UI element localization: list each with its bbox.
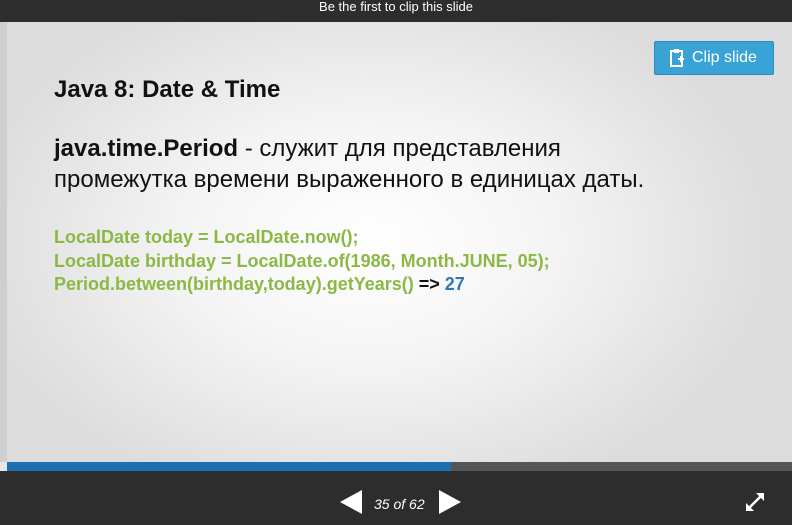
clip-slide-label: Clip slide [692,49,757,66]
description-line2: промежутка времени выраженного в единица… [54,166,645,193]
slide-canvas: Clip slide Java 8: Date & Time java.time… [7,22,792,462]
progress-fill [7,462,451,471]
description-term: java.time.Period [54,135,239,162]
slide-description: java.time.Period - служит для представле… [54,133,754,195]
code-line-1: LocalDate today = LocalDate.now(); [54,227,359,247]
expand-arrows-icon [746,493,764,511]
slide-title: Java 8: Date & Time [54,76,281,103]
code-line-3: Period.between(birthday,today).getYears(… [54,273,550,297]
clipboard-plus-icon [670,49,684,67]
triangle-left-icon [340,490,362,514]
previous-slide-button[interactable] [340,490,362,514]
next-slide-button[interactable] [439,490,461,514]
code-arrow: => [413,274,445,294]
progress-bar[interactable] [7,462,792,471]
code-line-2: LocalDate birthday = LocalDate.of(1986, … [54,250,550,271]
top-clip-bar: Be the first to clip this slide [0,0,792,22]
slide-left-edge [0,22,7,462]
player-controls: 35 of 62 [0,471,792,525]
page-counter: 35 of 62 [374,496,425,512]
code-block: LocalDate today = LocalDate.now(); Local… [54,226,550,297]
fullscreen-button[interactable] [745,492,765,512]
code-result: 27 [444,274,465,294]
triangle-right-icon [439,490,461,514]
clip-slide-button[interactable]: Clip slide [654,41,774,75]
code-line-3-expr: Period.between(birthday,today).getYears(… [54,274,414,294]
clip-prompt-text: Be the first to clip this slide [319,0,473,14]
description-line1: - служит для представления [238,135,561,162]
